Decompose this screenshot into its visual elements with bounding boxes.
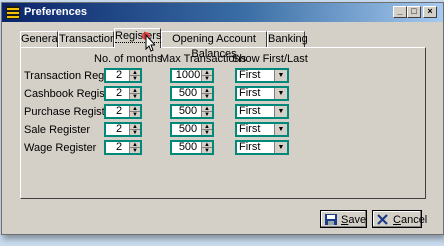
register-label: Sale Register [24,124,91,136]
months-value: 2 [115,105,123,117]
register-label: Wage Register [24,142,97,154]
tab-general[interactable]: General [20,31,61,47]
stepper-arrows-icon[interactable]: ▲ ▼ [201,106,212,118]
dropdown-arrow-icon[interactable]: ▼ [274,70,287,81]
show-first-last-select[interactable]: First ▼ [235,86,289,101]
months-stepper[interactable]: 2 ▲ ▼ [104,122,142,137]
show-first-last-select[interactable]: First ▼ [235,104,289,119]
tab-transactions[interactable]: Transactions [58,31,122,47]
max-value: 500 [178,141,198,153]
months-stepper[interactable]: 2 ▲ ▼ [104,104,142,119]
max-transactions-stepper[interactable]: 500 ▲ ▼ [170,104,214,119]
tab-opening-account-balances[interactable]: Opening Account Balances [161,31,267,60]
tab-banking[interactable]: Banking [267,31,308,47]
maximize-button[interactable]: □ [407,6,421,18]
stepper-arrows-icon[interactable]: ▲ ▼ [129,142,140,154]
show-first-last-select[interactable]: First ▼ [235,68,289,83]
stepper-arrows-icon[interactable]: ▲ ▼ [129,70,140,82]
stepper-arrows-icon[interactable]: ▲ ▼ [129,88,140,100]
max-value: 1000 [175,69,201,81]
max-transactions-stepper[interactable]: 500 ▲ ▼ [170,122,214,137]
register-label: Purchase Register [24,106,115,118]
show-first-last-select[interactable]: First ▼ [235,140,289,155]
months-stepper[interactable]: 2 ▲ ▼ [104,68,142,83]
stepper-arrows-icon[interactable]: ▲ ▼ [201,70,212,82]
save-label: Save [341,214,367,226]
app-icon [6,6,20,19]
show-value: First [239,87,261,99]
show-value: First [239,105,261,117]
max-value: 500 [178,87,198,99]
max-transactions-stepper[interactable]: 500 ▲ ▼ [170,86,214,101]
tab-label: Banking [268,33,308,45]
months-value: 2 [115,141,123,153]
cancel-label: Cancel [393,214,428,226]
floppy-disk-icon [325,214,337,225]
cancel-x-icon [377,214,388,225]
months-value: 2 [115,123,123,135]
close-button[interactable]: × [423,6,437,18]
show-column-header: Show First/Last [232,53,308,65]
months-value: 2 [115,69,123,81]
cancel-button[interactable]: Cancel [372,210,427,228]
tab-label: General [21,33,61,45]
minimize-button[interactable]: _ [393,6,407,18]
months-column-header: No. of months [94,53,163,65]
window-title: Preferences [24,6,87,18]
stepper-arrows-icon[interactable]: ▲ ▼ [129,106,140,118]
stepper-arrows-icon[interactable]: ▲ ▼ [129,124,140,136]
months-value: 2 [115,87,123,99]
preferences-window: Preferences _ □ × General Transactions R… [1,2,444,235]
max-transactions-stepper[interactable]: 1000 ▲ ▼ [170,68,214,83]
stepper-arrows-icon[interactable]: ▲ ▼ [201,142,212,154]
show-value: First [239,123,261,135]
stepper-arrows-icon[interactable]: ▲ ▼ [201,88,212,100]
show-value: First [239,69,261,81]
dropdown-arrow-icon[interactable]: ▼ [274,88,287,99]
dropdown-arrow-icon[interactable]: ▼ [274,142,287,153]
max-transactions-stepper[interactable]: 500 ▲ ▼ [170,140,214,155]
max-value: 500 [178,123,198,135]
months-stepper[interactable]: 2 ▲ ▼ [104,86,142,101]
max-value: 500 [178,105,198,117]
show-value: First [239,141,261,153]
dropdown-arrow-icon[interactable]: ▼ [274,124,287,135]
dropdown-arrow-icon[interactable]: ▼ [274,106,287,117]
tab-label: Transactions [59,33,122,45]
stepper-arrows-icon[interactable]: ▲ ▼ [201,124,212,136]
save-button[interactable]: Save [320,210,367,228]
mouse-pointer-icon [142,32,155,52]
show-first-last-select[interactable]: First ▼ [235,122,289,137]
months-stepper[interactable]: 2 ▲ ▼ [104,140,142,155]
title-bar[interactable]: Preferences _ □ × [2,3,443,22]
